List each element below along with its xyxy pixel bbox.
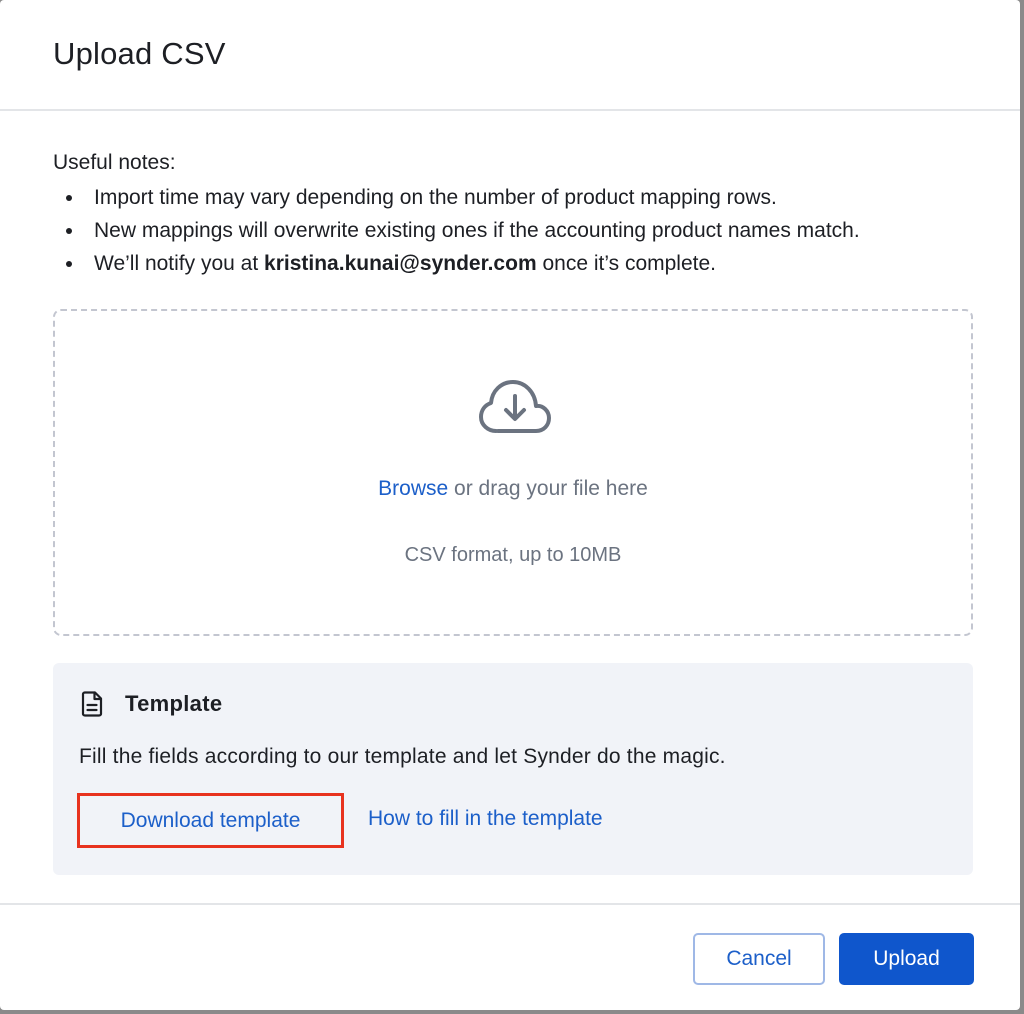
- upload-csv-dialog: Upload CSV Useful notes: Import time may…: [0, 0, 1020, 1010]
- file-dropzone[interactable]: Browse or drag your file here CSV format…: [53, 309, 973, 636]
- drag-text: or drag your file here: [448, 477, 648, 500]
- bullet-icon: [66, 228, 72, 234]
- note-item: Import time may vary depending on the nu…: [53, 181, 970, 214]
- download-template-button[interactable]: Download template: [77, 793, 344, 848]
- dialog-body: Useful notes: Import time may vary depen…: [0, 149, 1020, 875]
- bullet-icon: [66, 195, 72, 201]
- template-panel: Template Fill the fields according to ou…: [53, 663, 973, 875]
- document-icon: [81, 691, 103, 717]
- note-text: New mappings will overwrite existing one…: [94, 219, 860, 242]
- how-to-fill-template-link[interactable]: How to fill in the template: [368, 807, 603, 831]
- note-text: Import time may vary depending on the nu…: [94, 186, 777, 209]
- notify-suffix: once it’s complete.: [536, 252, 716, 275]
- dialog-title: Upload CSV: [53, 35, 226, 71]
- notes-heading: Useful notes:: [53, 151, 176, 174]
- file-format-hint: CSV format, up to 10MB: [404, 544, 622, 566]
- template-description: Fill the fields according to our templat…: [79, 745, 726, 768]
- notify-prefix: We’ll notify you at: [94, 252, 265, 275]
- template-title: Template: [125, 691, 223, 716]
- notes-list: Import time may vary depending on the nu…: [53, 181, 970, 280]
- drop-instructions: Browse or drag your file here: [55, 477, 971, 501]
- upload-button[interactable]: Upload: [839, 933, 974, 985]
- browse-link[interactable]: Browse: [378, 477, 448, 500]
- template-header: Template: [81, 691, 222, 717]
- cloud-download-icon: [479, 380, 551, 433]
- dialog-header: Upload CSV: [0, 0, 1020, 111]
- note-item: We’ll notify you at kristina.kunai@synde…: [53, 247, 970, 280]
- note-item: New mappings will overwrite existing one…: [53, 214, 970, 247]
- notify-email: kristina.kunai@synder.com: [264, 252, 537, 275]
- cancel-button[interactable]: Cancel: [693, 933, 825, 985]
- dialog-footer: Cancel Upload: [0, 903, 1020, 1010]
- bullet-icon: [66, 261, 72, 267]
